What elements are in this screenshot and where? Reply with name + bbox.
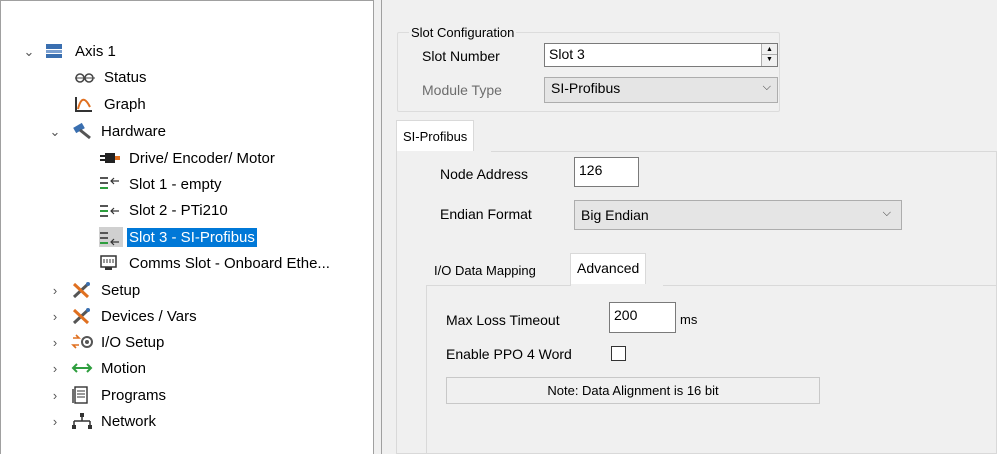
tab-label: Advanced bbox=[577, 260, 640, 276]
endian-format-value: Big Endian bbox=[581, 207, 649, 223]
tree-item-label: Graph bbox=[104, 95, 146, 113]
spin-up-icon[interactable]: ▲ bbox=[762, 44, 777, 55]
module-type-value: SI-Profibus bbox=[551, 80, 621, 96]
tree-item-label: Devices / Vars bbox=[101, 307, 197, 325]
module-type-dropdown[interactable]: SI-Profibus ⌵ bbox=[544, 77, 778, 103]
tree-item-label: Slot 2 - PTi210 bbox=[129, 201, 228, 219]
tab-io-data-mapping[interactable]: I/O Data Mapping bbox=[428, 257, 542, 285]
tree-item-label: Comms Slot - Onboard Ethe... bbox=[129, 254, 330, 272]
tree-item-label: Hardware bbox=[101, 122, 167, 140]
enable-ppo4-checkbox[interactable] bbox=[611, 346, 626, 361]
node-address-value: 126 bbox=[579, 162, 603, 178]
endian-format-dropdown[interactable]: Big Endian ⌵ bbox=[574, 200, 902, 230]
tree-item-label: Status bbox=[104, 68, 147, 86]
chevron-right-icon[interactable]: › bbox=[49, 283, 61, 298]
drive-icon bbox=[99, 148, 123, 168]
tree-item-slot-3[interactable]: Slot 3 - SI-Profibus bbox=[99, 225, 257, 249]
tree-item-comms-slot[interactable]: Comms Slot - Onboard Ethe... bbox=[99, 251, 332, 275]
slot-number-spinner[interactable]: ▲ ▼ bbox=[761, 44, 777, 66]
tools-icon bbox=[71, 306, 95, 326]
tab-advanced[interactable]: Advanced bbox=[570, 253, 647, 286]
chevron-right-icon[interactable]: › bbox=[49, 335, 61, 350]
io-icon bbox=[71, 332, 95, 352]
node-address-field[interactable]: 126 bbox=[574, 157, 639, 187]
tree-item-slot-1[interactable]: Slot 1 - empty bbox=[99, 172, 224, 196]
data-alignment-note: Note: Data Alignment is 16 bit bbox=[446, 377, 820, 404]
tools-icon bbox=[71, 280, 95, 300]
slot-icon bbox=[99, 227, 123, 247]
chevron-right-icon[interactable]: › bbox=[49, 361, 61, 376]
max-loss-timeout-unit: ms bbox=[680, 312, 698, 327]
tab-label: I/O Data Mapping bbox=[434, 263, 536, 278]
spin-down-icon[interactable]: ▼ bbox=[762, 55, 777, 65]
tree-item-programs[interactable]: Programs bbox=[71, 383, 168, 407]
tab-label: SI-Profibus bbox=[403, 129, 468, 144]
slot-configuration-legend: Slot Configuration bbox=[409, 25, 517, 40]
slot-number-value: Slot 3 bbox=[549, 46, 585, 62]
max-loss-timeout-field[interactable]: 200 bbox=[609, 302, 676, 333]
tree-item-label: Slot 1 - empty bbox=[129, 175, 222, 193]
chevron-right-icon[interactable]: › bbox=[49, 414, 61, 429]
chevron-right-icon[interactable]: › bbox=[49, 388, 61, 403]
tree-item-network[interactable]: Network bbox=[71, 409, 158, 433]
chevron-right-icon[interactable]: › bbox=[49, 309, 61, 324]
tree-item-drive-encoder-motor[interactable]: Drive/ Encoder/ Motor bbox=[99, 146, 277, 170]
tree-item-graph[interactable]: Graph bbox=[74, 92, 148, 116]
slot-number-label: Slot Number bbox=[422, 48, 500, 64]
slot-icon bbox=[99, 200, 123, 220]
tree-item-hardware[interactable]: Hardware bbox=[71, 119, 168, 143]
enable-ppo4-label: Enable PPO 4 Word bbox=[446, 346, 572, 362]
tree-item-label: Slot 3 - SI-Profibus bbox=[127, 227, 257, 247]
programs-icon bbox=[71, 385, 95, 405]
tree-item-label: Drive/ Encoder/ Motor bbox=[129, 149, 275, 167]
slot-icon bbox=[99, 174, 123, 194]
chevron-down-icon: ⌵ bbox=[882, 207, 891, 219]
status-icon bbox=[74, 67, 98, 87]
advanced-panel bbox=[426, 285, 997, 454]
network-icon bbox=[71, 411, 95, 431]
tree-item-label: Setup bbox=[101, 281, 141, 299]
max-loss-timeout-value: 200 bbox=[614, 307, 638, 323]
graph-icon bbox=[74, 94, 98, 114]
tree-item-label: Programs bbox=[101, 386, 167, 404]
endian-format-label: Endian Format bbox=[440, 206, 532, 222]
tree-item-label: I/O Setup bbox=[101, 333, 165, 351]
chevron-down-icon: ⌵ bbox=[762, 81, 771, 93]
tree-item-slot-2[interactable]: Slot 2 - PTi210 bbox=[99, 198, 230, 222]
axis-icon bbox=[45, 41, 69, 61]
tree-item-setup[interactable]: Setup bbox=[71, 278, 142, 302]
tree-item-status[interactable]: Status bbox=[74, 65, 149, 89]
tree-item-motion[interactable]: Motion bbox=[71, 356, 148, 380]
network-port-icon bbox=[99, 253, 123, 273]
node-address-label: Node Address bbox=[440, 166, 528, 182]
tree-item-label: Axis 1 bbox=[75, 42, 116, 60]
pane-splitter[interactable] bbox=[373, 0, 382, 454]
tree-item-axis-1[interactable]: Axis 1 bbox=[45, 39, 118, 63]
max-loss-timeout-label: Max Loss Timeout bbox=[446, 312, 560, 328]
chevron-down-icon[interactable]: ⌄ bbox=[49, 124, 61, 139]
chevron-down-icon[interactable]: ⌄ bbox=[23, 44, 35, 59]
tree-item-label: Network bbox=[101, 412, 157, 430]
module-type-label: Module Type bbox=[422, 82, 502, 98]
motion-arrows-icon bbox=[71, 358, 95, 378]
tree-view[interactable]: ⌄ Axis 1 Status Graph ⌄ Hardware Drive/ … bbox=[0, 0, 373, 454]
hammer-icon bbox=[71, 121, 95, 141]
tree-item-label: Motion bbox=[101, 359, 147, 377]
slot-number-field[interactable]: Slot 3 bbox=[544, 43, 778, 67]
tree-item-devices-vars[interactable]: Devices / Vars bbox=[71, 304, 199, 328]
tree-item-io-setup[interactable]: I/O Setup bbox=[71, 330, 166, 354]
slot-config-pane: Slot Configuration Slot Number Slot 3 ▲ … bbox=[382, 0, 997, 454]
tab-si-profibus[interactable]: SI-Profibus bbox=[396, 120, 475, 152]
note-text: Note: Data Alignment is 16 bit bbox=[547, 383, 719, 398]
